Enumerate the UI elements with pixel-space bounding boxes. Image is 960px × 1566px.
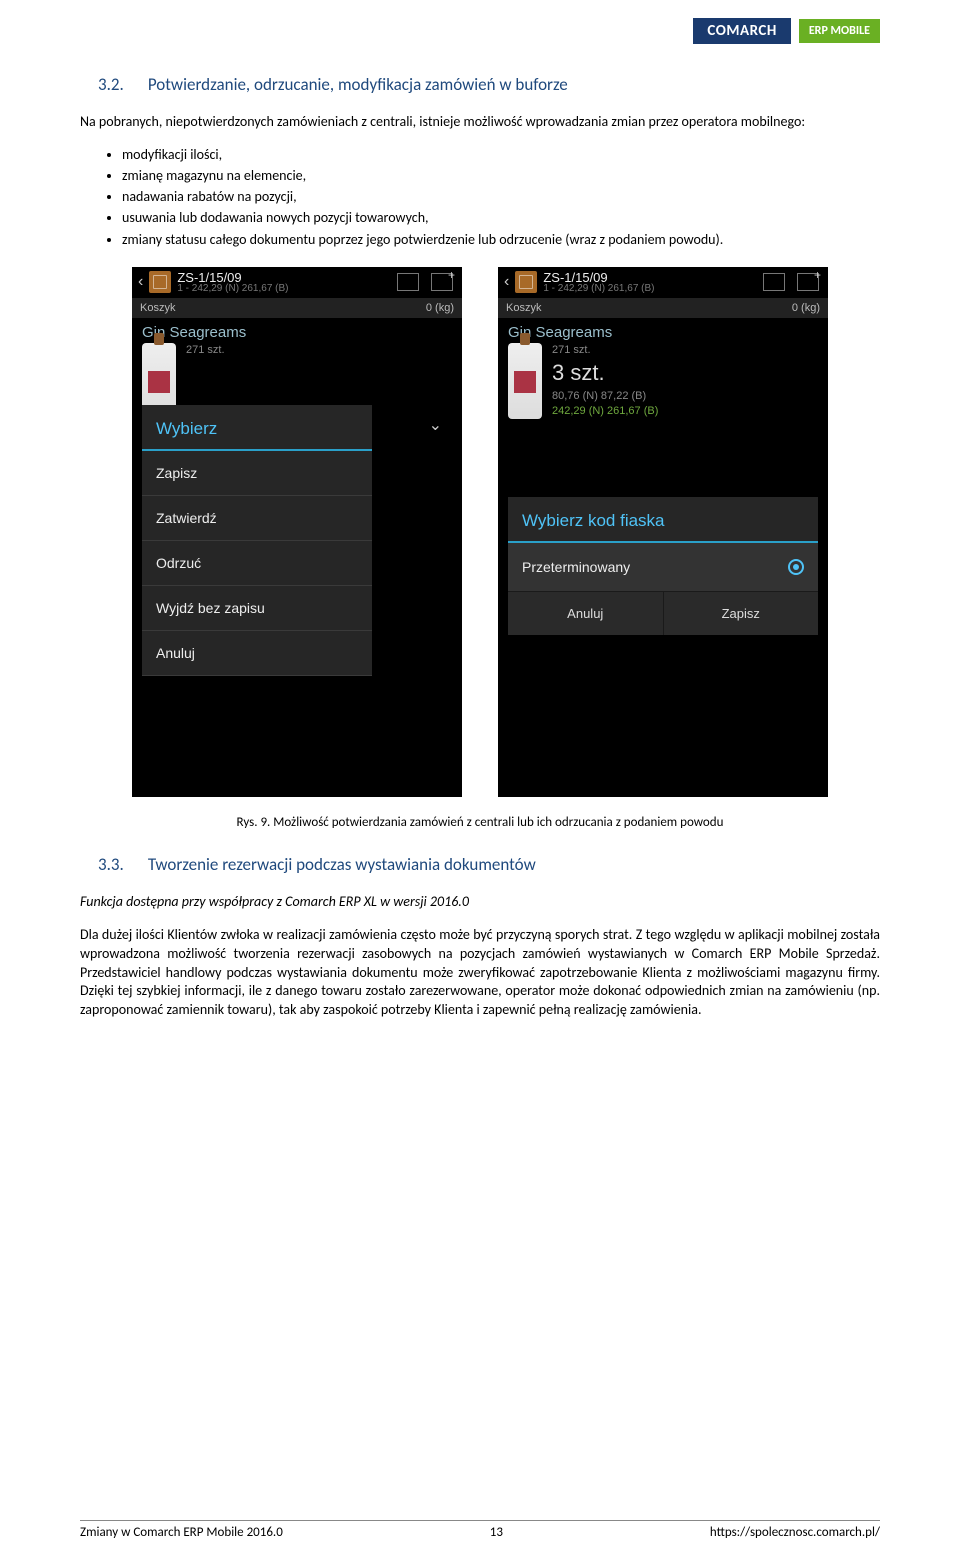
doc-subtotal: 1 - 242,29 (N) 261,67 (B)	[177, 284, 388, 294]
app-titlebar: ‹ ZS-1/15/09 1 - 242,29 (N) 261,67 (B)	[132, 267, 462, 298]
dialog-option-save[interactable]: Zapisz	[142, 451, 372, 496]
brand-header: COMARCH ERP MOBILE	[693, 18, 880, 44]
product-quantity: 3 szt.	[552, 358, 658, 389]
section-3-3-heading: 3.3. Tworzenie rezerwacji podczas wystawi…	[98, 854, 880, 875]
dialog-title: Wybierz	[142, 405, 372, 451]
section-3-2-bullets: modyfikacji ilości, zmianę magazynu na e…	[80, 146, 880, 249]
product-price-unit: 80,76 (N) 87,22 (B)	[552, 389, 658, 404]
section-title: Potwierdzanie, odrzucanie, modyfikacja z…	[148, 74, 568, 95]
bullet-item: nadawania rabatów na pozycji,	[122, 188, 880, 206]
dialog-cancel-button[interactable]: Anuluj	[508, 591, 664, 635]
bullet-item: modyfikacji ilości,	[122, 146, 880, 164]
failure-option-expired[interactable]: Przeterminowany	[508, 543, 818, 591]
basket-value: 0 (kg)	[426, 302, 454, 314]
footer-page: 13	[490, 1525, 503, 1540]
document-icon	[515, 271, 537, 293]
gallery-icon[interactable]	[763, 273, 785, 291]
product-name: Gin Seagreams	[508, 324, 818, 341]
choose-failure-code-dialog: Wybierz kod fiaska Przeterminowany Anulu…	[508, 497, 818, 635]
dialog-option-exit[interactable]: Wyjdź bez zapisu	[142, 586, 372, 631]
section-number: 3.2.	[98, 74, 124, 95]
section-title: Tworzenie rezerwacji podczas wystawiania…	[148, 854, 536, 875]
dialog-save-button[interactable]: Zapisz	[664, 591, 819, 635]
section-3-3-body: Dla dużej ilości Klientów zwłoka w reali…	[80, 926, 880, 1020]
product-name: Gin Seagreams	[142, 324, 452, 341]
section-3-2-heading: 3.2. Potwierdzanie, odrzucanie, modyfikac…	[98, 74, 880, 95]
bullet-item: usuwania lub dodawania nowych pozycji to…	[122, 209, 880, 227]
section-3-3-note: Funkcja dostępna przy współpracy z Comar…	[80, 893, 880, 912]
basket-label: Koszyk	[506, 302, 541, 314]
titlebar-text: ZS-1/15/09 1 - 242,29 (N) 261,67 (B)	[543, 271, 754, 294]
option-label: Przeterminowany	[522, 559, 630, 575]
brand-logo: COMARCH	[693, 18, 790, 44]
page-footer: Zmiany w Comarch ERP Mobile 2016.0 13 ht…	[80, 1520, 880, 1540]
product-thumbnail	[508, 343, 542, 419]
product-stock: 271 szt.	[552, 343, 658, 358]
basket-row: Koszyk 0 (kg)	[132, 298, 462, 318]
radio-selected-icon	[788, 559, 804, 575]
add-image-icon[interactable]	[431, 273, 453, 291]
footer-left: Zmiany w Comarch ERP Mobile 2016.0	[80, 1525, 283, 1540]
screenshot-left: ‹ ZS-1/15/09 1 - 242,29 (N) 261,67 (B) K…	[132, 267, 462, 797]
back-icon[interactable]: ‹	[504, 273, 509, 291]
product-price-total: 242,29 (N) 261,67 (B)	[552, 404, 658, 419]
screenshot-right: ‹ ZS-1/15/09 1 - 242,29 (N) 261,67 (B) K…	[498, 267, 828, 797]
footer-right: https://spolecznosc.comarch.pl/	[710, 1525, 880, 1540]
dialog-option-cancel[interactable]: Anuluj	[142, 631, 372, 676]
dialog-option-reject[interactable]: Odrzuć	[142, 541, 372, 586]
chevron-down-icon[interactable]: ⌄	[429, 415, 442, 435]
document-icon	[149, 271, 171, 293]
doc-subtotal: 1 - 242,29 (N) 261,67 (B)	[543, 284, 754, 294]
dialog-title: Wybierz kod fiaska	[508, 497, 818, 543]
screenshot-row: ‹ ZS-1/15/09 1 - 242,29 (N) 261,67 (B) K…	[80, 267, 880, 797]
figure-caption: Rys. 9. Możliwość potwierdzania zamówień…	[80, 815, 880, 830]
app-titlebar: ‹ ZS-1/15/09 1 - 242,29 (N) 261,67 (B)	[498, 267, 828, 298]
doc-number: ZS-1/15/09	[543, 271, 754, 284]
product-badge: ERP MOBILE	[799, 19, 880, 43]
basket-row: Koszyk 0 (kg)	[498, 298, 828, 318]
section-3-2-intro: Na pobranych, niepotwierdzonych zamówien…	[80, 113, 880, 132]
choose-action-dialog: Wybierz Zapisz Zatwierdź Odrzuć Wyjdź be…	[142, 405, 372, 676]
bullet-item: zmiany statusu całego dokumentu poprzez …	[122, 231, 880, 249]
gallery-icon[interactable]	[397, 273, 419, 291]
product-row[interactable]: Gin Seagreams 271 szt. 3 szt. 80,76 (N) …	[498, 318, 828, 426]
basket-label: Koszyk	[140, 302, 175, 314]
section-number: 3.3.	[98, 854, 124, 875]
titlebar-text: ZS-1/15/09 1 - 242,29 (N) 261,67 (B)	[177, 271, 388, 294]
product-info: 271 szt. 3 szt. 80,76 (N) 87,22 (B) 242,…	[552, 343, 658, 420]
basket-value: 0 (kg)	[792, 302, 820, 314]
add-image-icon[interactable]	[797, 273, 819, 291]
dialog-option-confirm[interactable]: Zatwierdź	[142, 496, 372, 541]
bullet-item: zmianę magazynu na elemencie,	[122, 167, 880, 185]
doc-number: ZS-1/15/09	[177, 271, 388, 284]
back-icon[interactable]: ‹	[138, 273, 143, 291]
